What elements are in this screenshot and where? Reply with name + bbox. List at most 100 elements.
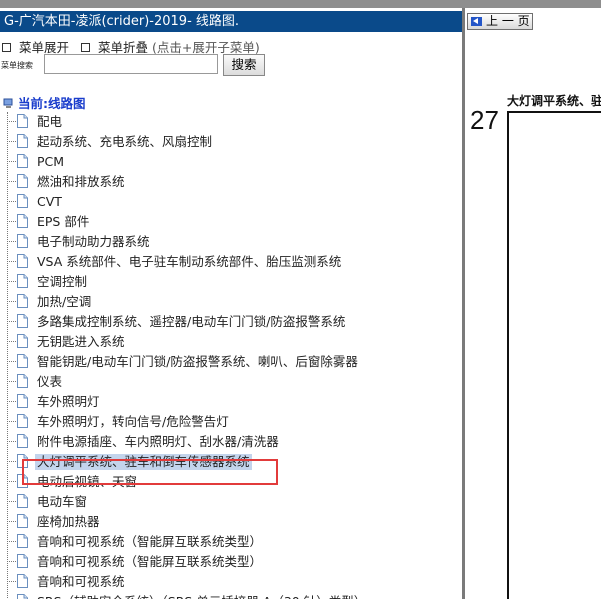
tree-item[interactable]: CVT xyxy=(0,192,460,212)
tree-item[interactable]: 电子制动助力器系统 xyxy=(0,232,460,252)
tree-item-label: 音响和可视系统（智能屏互联系统类型） xyxy=(37,554,263,569)
tree-branch xyxy=(7,421,16,422)
tree-item[interactable]: 音响和可视系统（智能屏互联系统类型） xyxy=(0,552,460,572)
tree-branch xyxy=(7,281,16,282)
tree-item-label: 多路集成控制系统、遥控器/电动车门门锁/防盗报警系统 xyxy=(37,314,346,329)
document-icon xyxy=(17,574,28,588)
document-icon xyxy=(17,214,28,228)
tree-branch xyxy=(7,181,16,182)
selection-highlight-box xyxy=(22,459,278,485)
tree-item[interactable]: 无钥匙进入系统 xyxy=(0,332,460,352)
tree-item-label: 车外照明灯，转向信号/危险警告灯 xyxy=(37,414,229,429)
current-label: 当前:线路图 xyxy=(18,96,86,111)
document-icon xyxy=(17,554,28,568)
tree-item-label: VSA 系统部件、电子驻车制动系统部件、胎压监测系统 xyxy=(37,254,342,269)
computer-icon xyxy=(3,98,13,108)
search-label: 菜单搜索 xyxy=(1,61,33,70)
document-icon xyxy=(17,134,28,148)
tree-branch xyxy=(7,321,16,322)
document-icon xyxy=(17,114,28,128)
menu-expand-link[interactable]: 菜单展开 xyxy=(19,40,69,55)
tree-item[interactable]: SRS（辅助安全系统）（SRS 单元插接器 A（30 针）类型） xyxy=(0,592,460,599)
document-icon xyxy=(17,494,28,508)
tree-item-label: 电子制动助力器系统 xyxy=(37,234,150,249)
prev-page-button[interactable]: 上 一 页 xyxy=(467,13,533,30)
menu-collapse-link[interactable]: 菜单折叠 xyxy=(98,40,148,55)
document-icon xyxy=(17,194,28,208)
tree-item[interactable]: PCM xyxy=(0,152,460,172)
tree-item-label: 智能钥匙/电动车门门锁/防盗报警系统、喇叭、后窗除雾器 xyxy=(37,354,358,369)
tree-item[interactable]: 音响和可视系统（智能屏互联系统类型） xyxy=(0,532,460,552)
diagram-pane: 上 一 页 大灯调平系统、驻 27 xyxy=(465,8,601,599)
tree-item[interactable]: 仪表 xyxy=(0,372,460,392)
document-icon xyxy=(17,334,28,348)
tree-item-label: 起动系统、充电系统、风扇控制 xyxy=(37,134,213,149)
tree-item-label: 音响和可视系统（智能屏互联系统类型） xyxy=(37,534,263,549)
collapse-icon[interactable] xyxy=(81,43,90,52)
document-icon xyxy=(17,254,28,268)
tree-branch xyxy=(7,361,16,362)
tree-branch xyxy=(7,201,16,202)
tree-item[interactable]: 燃油和排放系统 xyxy=(0,172,460,192)
diagram-frame xyxy=(507,111,601,599)
tree-item-label: 座椅加热器 xyxy=(37,514,100,529)
document-icon xyxy=(17,174,28,188)
tree-item[interactable]: 音响和可视系统 xyxy=(0,572,460,592)
tree-item-label: 配电 xyxy=(37,114,63,129)
tree-item[interactable]: 多路集成控制系统、遥控器/电动车门门锁/防盗报警系统 xyxy=(0,312,460,332)
document-icon xyxy=(17,274,28,288)
tree-branch xyxy=(7,481,16,482)
tree-item[interactable]: 车外照明灯，转向信号/危险警告灯 xyxy=(0,412,460,432)
menu-hint: (点击+展开子菜单) xyxy=(152,40,260,55)
tree-branch xyxy=(7,441,16,442)
document-icon xyxy=(17,354,28,368)
tree-item[interactable]: 空调控制 xyxy=(0,272,460,292)
document-icon xyxy=(17,394,28,408)
tree-item[interactable]: EPS 部件 xyxy=(0,212,460,232)
tree-branch xyxy=(7,241,16,242)
tree-item[interactable]: 加热/空调 xyxy=(0,292,460,312)
tree-branch xyxy=(7,381,16,382)
search-button[interactable]: 搜索 xyxy=(223,54,265,76)
tree-branch xyxy=(7,221,16,222)
tree-branch xyxy=(7,301,16,302)
tree-item[interactable]: 智能钥匙/电动车门门锁/防盗报警系统、喇叭、后窗除雾器 xyxy=(0,352,460,372)
tree-item[interactable]: 起动系统、充电系统、风扇控制 xyxy=(0,132,460,152)
document-icon xyxy=(17,594,28,599)
expand-icon[interactable] xyxy=(2,43,11,52)
tree-item[interactable]: 座椅加热器 xyxy=(0,512,460,532)
tree-branch xyxy=(7,561,16,562)
tree-branch xyxy=(7,581,16,582)
document-icon xyxy=(17,294,28,308)
tree-item-label: 音响和可视系统 xyxy=(37,574,125,589)
tree-item[interactable]: 车外照明灯 xyxy=(0,392,460,412)
current-location[interactable]: 当前:线路图 xyxy=(3,93,86,112)
tree-item-label: SRS（辅助安全系统）（SRS 单元插接器 A（30 针）类型） xyxy=(37,594,366,599)
search-input[interactable] xyxy=(44,54,218,74)
tree-branch xyxy=(7,121,16,122)
tree-branch xyxy=(7,341,16,342)
tree-item[interactable]: 附件电源插座、车内照明灯、刮水器/清洗器 xyxy=(0,432,460,452)
tree-item-label: PCM xyxy=(37,154,65,169)
window-title: G-广汽本田-凌派(crider)-2019- 线路图. xyxy=(0,11,462,32)
tree-branch xyxy=(7,541,16,542)
tree-branch xyxy=(7,461,16,462)
tree-branch xyxy=(7,261,16,262)
tree-item[interactable]: 电动车窗 xyxy=(0,492,460,512)
tree-item-label: 燃油和排放系统 xyxy=(37,174,125,189)
tree-branch xyxy=(7,401,16,402)
tree-item-label: 空调控制 xyxy=(37,274,88,289)
tree-item[interactable]: VSA 系统部件、电子驻车制动系统部件、胎压监测系统 xyxy=(0,252,460,272)
tree-item[interactable]: 配电 xyxy=(0,112,460,132)
prev-page-label: 上 一 页 xyxy=(486,14,530,28)
tree-item-label: 附件电源插座、车内照明灯、刮水器/清洗器 xyxy=(37,434,279,449)
tree-item-label: 电动车窗 xyxy=(37,494,88,509)
tree-item-label: 仪表 xyxy=(37,374,63,389)
document-icon xyxy=(17,374,28,388)
document-icon xyxy=(17,514,28,528)
page-number: 27 xyxy=(470,105,499,135)
tree-branch xyxy=(7,521,16,522)
document-icon xyxy=(17,314,28,328)
page-title: 大灯调平系统、驻 xyxy=(507,94,601,108)
tree-branch xyxy=(7,141,16,142)
